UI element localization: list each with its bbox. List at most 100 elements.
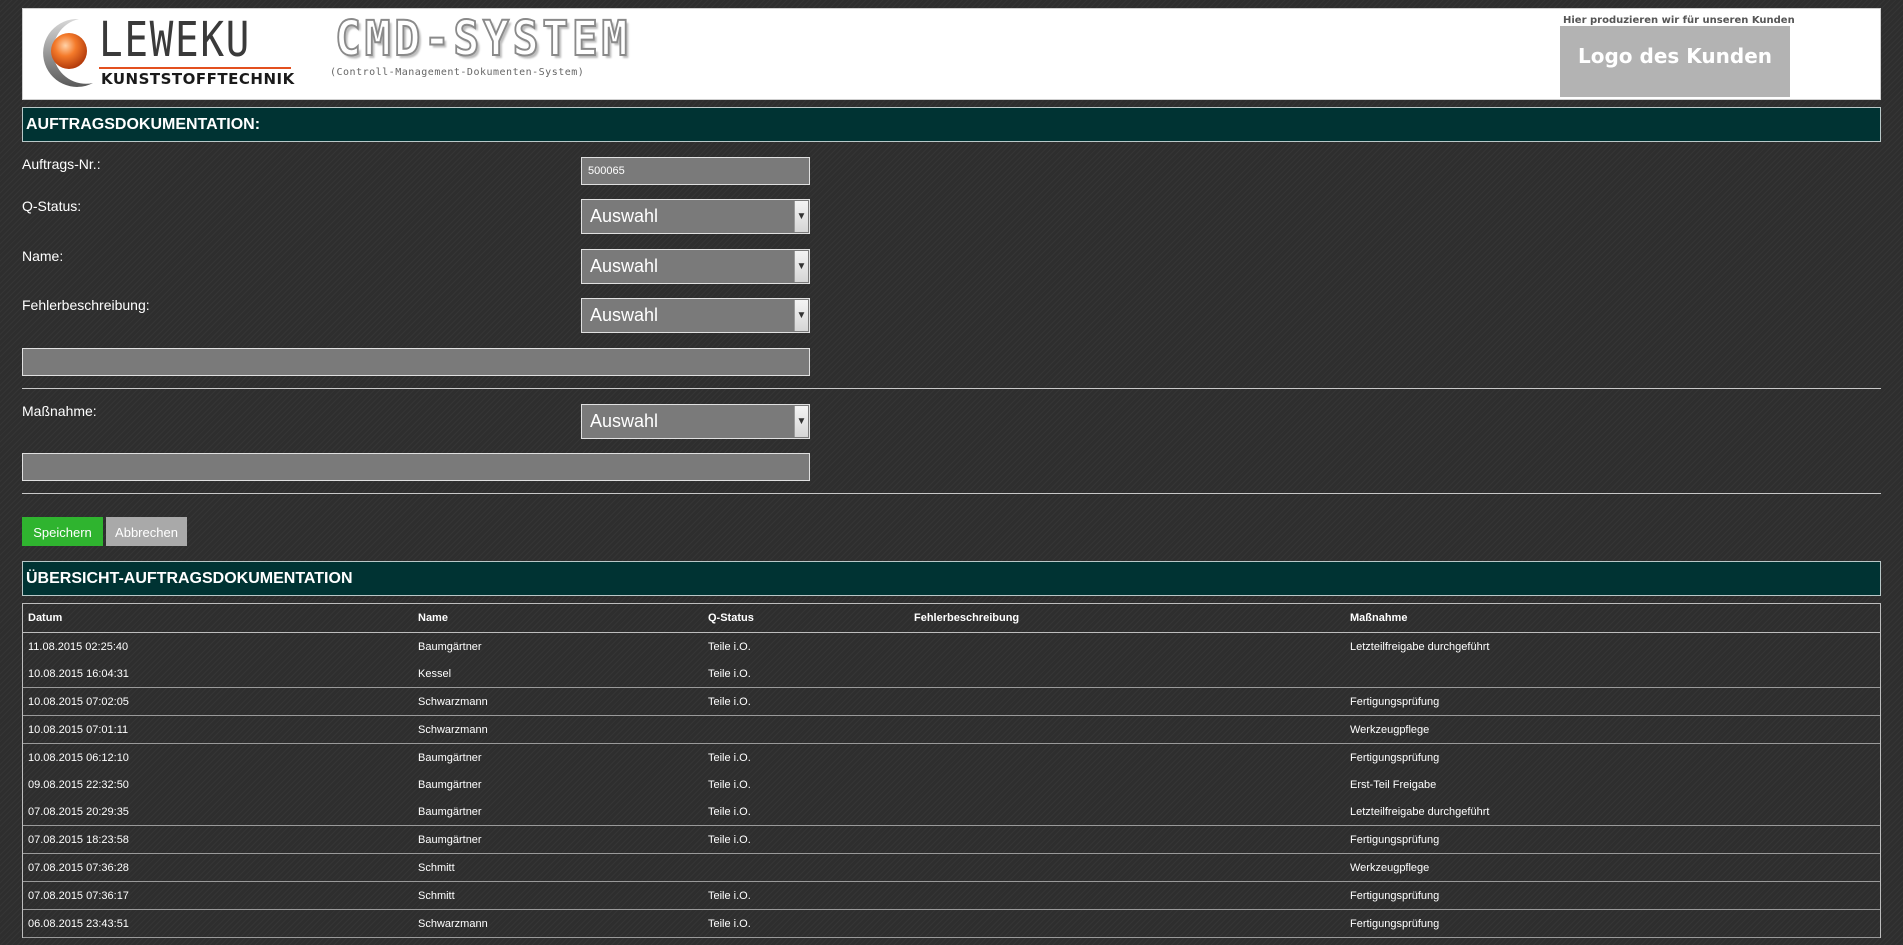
- cell-fehlerbeschreibung: [909, 687, 1345, 716]
- table-row[interactable]: 07.08.2015 20:29:35 Baumgärtner Teile i.…: [23, 798, 1880, 826]
- cell-q-status: Teile i.O.: [703, 825, 909, 854]
- table-row[interactable]: 10.08.2015 07:01:11 Schwarzmann Werkzeug…: [23, 715, 1880, 744]
- customer-logo: Logo des Kunden: [1560, 26, 1790, 97]
- table-row[interactable]: 10.08.2015 16:04:31 Kessel Teile i.O.: [23, 660, 1880, 688]
- order-form: Auftrags-Nr.: Q-Status: Auswahl ▼ Name: …: [22, 142, 1881, 546]
- cell-q-status: Teile i.O.: [703, 881, 909, 910]
- measure-text-input[interactable]: [22, 453, 810, 481]
- leweku-underline: [99, 67, 291, 69]
- column-header-massnahme: Maßnahme: [1345, 604, 1880, 633]
- name-select[interactable]: Auswahl ▼: [581, 249, 810, 284]
- customer-note: Hier produzieren wir für unseren Kunden: [1563, 15, 1795, 26]
- cell-q-status: [703, 715, 909, 744]
- cell-name: Baumgärtner: [418, 751, 482, 764]
- table-row[interactable]: 10.08.2015 06:12:10 Baumgärtner Teile i.…: [23, 744, 1880, 772]
- column-header-name: Name: [413, 604, 703, 633]
- header: LEWEKU KUNSTSTOFFTECHNIK CMD-SYSTEM (Con…: [22, 8, 1881, 100]
- cell-massnahme: Erst-Teil Freigabe: [1350, 778, 1437, 791]
- chevron-down-icon[interactable]: ▼: [794, 201, 808, 232]
- q-status-label: Q-Status:: [22, 198, 82, 214]
- cell-q-status: Teile i.O.: [708, 640, 751, 653]
- page: LEWEKU KUNSTSTOFFTECHNIK CMD-SYSTEM (Con…: [22, 8, 1881, 938]
- cell-fehlerbeschreibung: [909, 825, 1345, 854]
- cell-massnahme: Werkzeugpflege: [1345, 715, 1880, 744]
- cell-fehlerbeschreibung: [909, 660, 1345, 688]
- cell-massnahme: Letzteilfreigabe durchgeführt: [1350, 640, 1490, 653]
- table-row[interactable]: 10.08.2015 07:02:05 Schwarzmann Teile i.…: [23, 687, 1880, 716]
- q-status-select-value: Auswahl: [590, 206, 659, 226]
- cmd-system-title: CMD-SYSTEM: [334, 10, 632, 68]
- table-row[interactable]: 07.08.2015 18:23:58 Baumgärtner Teile i.…: [23, 825, 1880, 854]
- cell-name: Schwarzmann: [413, 715, 703, 744]
- cell-datum: 06.08.2015 23:43:51: [23, 909, 413, 938]
- table-row[interactable]: 07.08.2015 07:36:28 Schmitt Werkzeugpfle…: [23, 853, 1880, 882]
- chevron-down-icon[interactable]: ▼: [794, 300, 808, 331]
- cell-massnahme: Fertigungsprüfung: [1345, 687, 1880, 716]
- cell-name: Schmitt: [413, 853, 703, 882]
- error-description-select-value: Auswahl: [590, 305, 659, 325]
- cell-massnahme: [1345, 660, 1880, 688]
- cell-massnahme: Fertigungsprüfung: [1350, 751, 1440, 764]
- cell-massnahme: Fertigungsprüfung: [1345, 825, 1880, 854]
- cell-name: Baumgärtner: [418, 778, 482, 791]
- cell-fehlerbeschreibung: [909, 853, 1345, 882]
- error-description-text-input[interactable]: [22, 348, 810, 376]
- cell-massnahme: Fertigungsprüfung: [1345, 881, 1880, 910]
- cell-fehlerbeschreibung: [909, 881, 1345, 910]
- cell-datum: 07.08.2015 18:23:58: [23, 825, 413, 854]
- name-select-value: Auswahl: [590, 256, 659, 276]
- cell-q-status: [703, 853, 909, 882]
- cell-name: Kessel: [413, 660, 703, 688]
- overview-table-container: Datum Name Q-Status Fehlerbeschreibung M…: [22, 603, 1881, 938]
- cmd-system-subtitle: (Controll-Management-Dokumenten-System): [330, 67, 585, 78]
- measure-select[interactable]: Auswahl ▼: [581, 404, 810, 439]
- section-title-uebersicht: ÜBERSICHT-AUFTRAGSDOKUMENTATION: [22, 561, 1881, 596]
- divider: [22, 493, 1881, 494]
- cell-datum: 07.08.2015 07:36:17: [23, 881, 413, 910]
- leweku-name: LEWEKU: [99, 12, 252, 68]
- cell-datum: 10.08.2015 16:04:31: [23, 660, 413, 688]
- cell-datum: 07.08.2015 20:29:35: [23, 798, 413, 826]
- leweku-logo: LEWEKU KUNSTSTOFFTECHNIK: [31, 13, 299, 91]
- error-description-label: Fehlerbeschreibung:: [22, 297, 150, 313]
- cell-q-status: Teile i.O.: [703, 798, 909, 826]
- divider: [22, 388, 1881, 389]
- chevron-down-icon[interactable]: ▼: [794, 406, 808, 437]
- order-number-input[interactable]: [581, 157, 810, 185]
- section-title-auftragsdokumentation: AUFTRAGSDOKUMENTATION:: [22, 107, 1881, 142]
- cell-fehlerbeschreibung: [909, 715, 1345, 744]
- table-row[interactable]: 09.08.2015 22:32:50 Baumgärtner Teile i.…: [23, 771, 1880, 798]
- name-label: Name:: [22, 248, 64, 264]
- column-header-datum: Datum: [23, 604, 413, 633]
- table-row[interactable]: 11.08.2015 02:25:40 Baumgärtner Teile i.…: [23, 633, 1880, 661]
- cell-datum: 07.08.2015 07:36:28: [23, 853, 413, 882]
- cell-q-status: Teile i.O.: [703, 687, 909, 716]
- chevron-down-icon[interactable]: ▼: [794, 251, 808, 282]
- cell-fehlerbeschreibung: [909, 633, 1345, 661]
- table-header-row: Datum Name Q-Status Fehlerbeschreibung M…: [23, 604, 1880, 633]
- measure-select-value: Auswahl: [590, 411, 659, 431]
- table-row[interactable]: 07.08.2015 07:36:17 Schmitt Teile i.O. F…: [23, 881, 1880, 910]
- customer-logo-label: Logo des Kunden: [1578, 43, 1772, 68]
- save-button[interactable]: Speichern: [22, 517, 103, 546]
- cell-name: Schwarzmann: [413, 909, 703, 938]
- cell-name: Schwarzmann: [413, 687, 703, 716]
- cell-q-status: Teile i.O.: [703, 909, 909, 938]
- column-header-fehlerbeschreibung: Fehlerbeschreibung: [909, 604, 1345, 633]
- q-status-select[interactable]: Auswahl ▼: [581, 199, 810, 234]
- cell-name: Baumgärtner: [413, 825, 703, 854]
- cell-massnahme: Fertigungsprüfung: [1345, 909, 1880, 938]
- cell-datum: 09.08.2015 22:32:50: [28, 778, 129, 791]
- error-description-select[interactable]: Auswahl ▼: [581, 298, 810, 333]
- cell-q-status: Teile i.O.: [708, 751, 751, 764]
- table-row[interactable]: 06.08.2015 23:43:51 Schwarzmann Teile i.…: [23, 909, 1880, 938]
- cell-fehlerbeschreibung: [909, 744, 1345, 772]
- cell-datum: 10.08.2015 06:12:10: [28, 751, 129, 764]
- cell-massnahme: Letzteilfreigabe durchgeführt: [1345, 798, 1880, 826]
- cancel-button[interactable]: Abbrechen: [106, 517, 187, 546]
- cell-datum: 10.08.2015 07:02:05: [23, 687, 413, 716]
- measure-label: Maßnahme:: [22, 403, 97, 419]
- cell-q-status: Teile i.O.: [703, 660, 909, 688]
- cell-massnahme: Werkzeugpflege: [1345, 853, 1880, 882]
- cell-fehlerbeschreibung: [909, 909, 1345, 938]
